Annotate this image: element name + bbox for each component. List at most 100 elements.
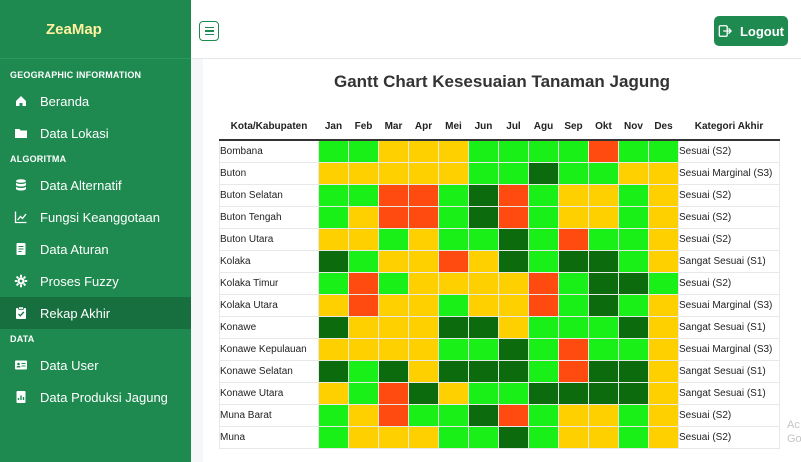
gantt-cell-s1 — [498, 250, 529, 273]
city-name-cell: Buton Selatan — [219, 184, 319, 207]
gantt-cell-s1 — [438, 316, 469, 339]
sidebar-item-beranda[interactable]: Beranda — [0, 85, 191, 117]
sidebar-item-data-aturan[interactable]: Data Aturan — [0, 233, 191, 265]
gantt-cell-n — [498, 206, 529, 229]
column-header-month: Okt — [588, 113, 619, 141]
gantt-cell-s2 — [348, 250, 379, 273]
gantt-cell-s3 — [348, 228, 379, 251]
gantt-cell-s2 — [318, 184, 349, 207]
gantt-cell-s3 — [498, 272, 529, 295]
logout-button[interactable]: Logout — [714, 16, 788, 46]
table-row: Bombana Sesuai (S2) — [219, 139, 780, 163]
city-name-cell: Kolaka — [219, 250, 319, 273]
gantt-cell-s3 — [408, 162, 439, 185]
sidebar-item-data-produksi-jagung[interactable]: Data Produksi Jagung — [0, 381, 191, 413]
content-card: Gantt Chart Kesesuaian Tanaman Jagung Ko… — [203, 59, 801, 462]
logout-label: Logout — [739, 23, 785, 39]
gantt-cell-s2 — [438, 228, 469, 251]
gantt-cell-s3 — [558, 426, 589, 449]
gantt-cell-s2 — [528, 338, 559, 361]
gantt-cell-s2 — [348, 139, 379, 163]
gantt-cell-s3 — [558, 184, 589, 207]
gantt-cell-s2 — [378, 228, 409, 251]
table-row: Konawe Utara Sangat Sesuai (S1) — [219, 382, 780, 405]
gantt-cell-s2 — [348, 184, 379, 207]
category-cell: Sesuai (S2) — [678, 206, 780, 229]
gantt-cell-s3 — [348, 404, 379, 427]
gantt-cell-s1 — [498, 426, 529, 449]
gantt-table: Kota/Kabupaten Jan Feb Mar Apr Mei Jun Jul Agu S… — [219, 113, 780, 449]
table-row: Konawe Sangat Sesuai (S1) — [219, 316, 780, 339]
brand-logo[interactable]: ZeaMap — [0, 0, 191, 59]
gantt-cell-s2 — [618, 404, 649, 427]
column-header-month: Sep — [558, 113, 589, 141]
sidebar-item-proses-fuzzy[interactable]: Proses Fuzzy — [0, 265, 191, 297]
sidebar-section-heading: ALGORITMA — [10, 154, 67, 164]
category-cell: Sangat Sesuai (S1) — [678, 382, 780, 405]
gantt-cell-n — [558, 228, 589, 251]
gantt-cell-s1 — [438, 360, 469, 383]
city-name-cell: Bombana — [219, 139, 319, 163]
gantt-cell-s2 — [618, 426, 649, 449]
gantt-cell-s2 — [618, 294, 649, 317]
sidebar-item-data-lokasi[interactable]: Data Lokasi — [0, 117, 191, 149]
gantt-cell-s1 — [468, 206, 499, 229]
gantt-cell-s1 — [468, 316, 499, 339]
category-cell: Sesuai (S2) — [678, 184, 780, 207]
gantt-cell-s3 — [558, 206, 589, 229]
gantt-cell-s2 — [618, 228, 649, 251]
gantt-cell-n — [378, 206, 409, 229]
database-icon — [14, 178, 28, 192]
category-cell: Sesuai (S2) — [678, 139, 780, 163]
category-cell: Sangat Sesuai (S1) — [678, 316, 780, 339]
gantt-cell-s3 — [648, 404, 679, 427]
sidebar-item-label: Proses Fuzzy — [40, 273, 119, 289]
table-body: Bombana Sesuai (S2) Buton Sesuai Marginal (… — [219, 139, 780, 449]
gantt-cell-s3 — [408, 272, 439, 295]
gantt-cell-s2 — [348, 360, 379, 383]
gantt-cell-s2 — [438, 404, 469, 427]
sidebar-item-label: Data User — [40, 357, 99, 373]
sidebar-item-data-alternatif[interactable]: Data Alternatif — [0, 169, 191, 201]
table-row: Konawe Kepulauan Sesuai Marginal (S3) — [219, 338, 780, 361]
table-header-row: Kota/Kabupaten Jan Feb Mar Apr Mei Jun Jul Agu S… — [219, 113, 780, 141]
gantt-cell-s1 — [468, 360, 499, 383]
gantt-cell-s3 — [648, 382, 679, 405]
gantt-cell-s2 — [618, 338, 649, 361]
menu-toggle-button[interactable] — [199, 21, 219, 41]
city-name-cell: Kolaka Utara — [219, 294, 319, 317]
table-row: Buton Utara Sesuai (S2) — [219, 228, 780, 251]
gantt-cell-s3 — [438, 162, 469, 185]
gantt-cell-s3 — [648, 316, 679, 339]
activation-watermark: Ac Go — [787, 418, 801, 446]
gantt-cell-s3 — [378, 426, 409, 449]
gantt-cell-n — [408, 184, 439, 207]
city-name-cell: Muna — [219, 426, 319, 449]
gantt-cell-s2 — [588, 228, 619, 251]
table-row: Konawe Selatan Sangat Sesuai (S1) — [219, 360, 780, 383]
gantt-cell-s3 — [378, 250, 409, 273]
gantt-cell-s2 — [558, 316, 589, 339]
gantt-cell-s3 — [468, 272, 499, 295]
sidebar-section-heading: GEOGRAPHIC INFORMATION — [10, 70, 142, 80]
gantt-cell-s2 — [528, 250, 559, 273]
sidebar-item-data-user[interactable]: Data User — [0, 349, 191, 381]
gantt-cell-s3 — [618, 162, 649, 185]
gantt-cell-s3 — [558, 404, 589, 427]
gantt-cell-s3 — [378, 139, 409, 163]
gantt-cell-s2 — [558, 162, 589, 185]
gantt-cell-s3 — [648, 338, 679, 361]
document-icon — [14, 242, 28, 256]
table-row: Buton Selatan Sesuai (S2) — [219, 184, 780, 207]
city-name-cell: Konawe Utara — [219, 382, 319, 405]
gantt-cell-s3 — [348, 316, 379, 339]
watermark-line: Go — [787, 433, 801, 445]
sidebar-item-fungsi-keanggotaan[interactable]: Fungsi Keanggotaan — [0, 201, 191, 233]
topbar: Logout — [191, 0, 801, 59]
table-row: Muna Barat Sesuai (S2) — [219, 404, 780, 427]
sidebar-item-rekap-akhir[interactable]: Rekap Akhir — [0, 297, 191, 329]
gantt-cell-s3 — [408, 294, 439, 317]
column-header-month: Jan — [318, 113, 349, 141]
gantt-cell-s3 — [408, 250, 439, 273]
gantt-cell-s2 — [528, 228, 559, 251]
